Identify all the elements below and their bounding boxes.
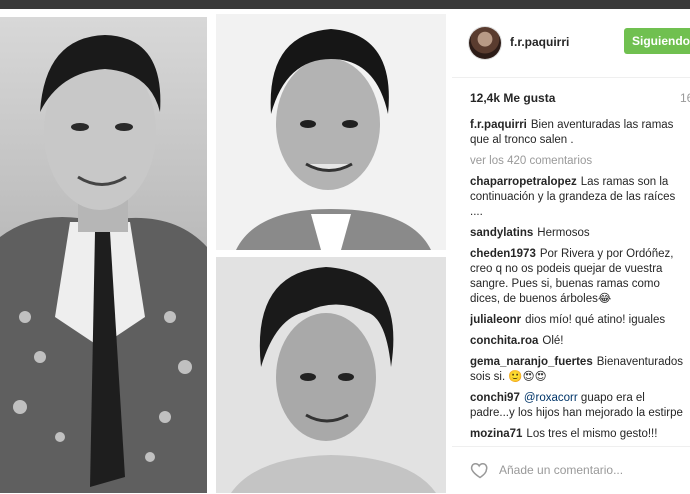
comment-username[interactable]: julialeonr <box>470 314 521 326</box>
post-header: f.r.paquirri Siguiendo <box>452 9 690 78</box>
comment-username[interactable]: conchi97 <box>470 392 520 404</box>
username-link[interactable]: f.r.paquirri <box>510 35 569 49</box>
heart-icon[interactable] <box>470 460 490 480</box>
comment-username[interactable]: conchita.roa <box>470 335 538 347</box>
comment-username[interactable]: chaparropetralopez <box>470 176 577 188</box>
comment-item: conchita.roa Olé! <box>470 334 688 349</box>
comment-item: sandylatins Hermosos <box>470 226 688 241</box>
comment-text: dios mío! qué atino! iguales <box>525 314 666 326</box>
add-comment-input[interactable]: Añade un comentario... <box>499 463 623 477</box>
comment-item: julialeonr dios mío! qué atino! iguales <box>470 313 688 328</box>
comment-username[interactable]: cheden1973 <box>470 248 536 260</box>
comment-item: cheden1973 Por Rivera y por Ordóñez, creo… <box>470 247 688 307</box>
photo-father <box>0 17 207 493</box>
caption-username[interactable]: f.r.paquirri <box>470 119 527 131</box>
comments-list: f.r.paquirri Bien aventuradas las ramas q… <box>470 118 688 445</box>
browser-top-bar <box>0 0 690 9</box>
caption: f.r.paquirri Bien aventuradas las ramas q… <box>470 118 688 148</box>
photo-son-1 <box>216 14 446 250</box>
comment-username[interactable]: mozina71 <box>470 428 522 440</box>
comment-username[interactable]: sandylatins <box>470 227 533 239</box>
comment-text: Hermosos <box>537 227 590 239</box>
avatar[interactable] <box>469 27 501 59</box>
comment-item: conchi97 @roxacorr guapo era el padre...y… <box>470 391 688 421</box>
post-footer: Añade un comentario... <box>452 446 690 494</box>
post-time[interactable]: 16 <box>680 91 690 105</box>
view-all-comments-link[interactable]: ver los 420 comentarios <box>470 154 688 169</box>
comment-text: Olé! <box>542 335 564 347</box>
post-photo-collage[interactable] <box>0 9 450 493</box>
likes-count[interactable]: 12,4k Me gusta <box>470 91 555 105</box>
comment-item: gema_naranjo_fuertes Bienaventurados sois… <box>470 355 688 385</box>
following-button[interactable]: Siguiendo <box>624 28 690 54</box>
comment-item: mozina71 Los tres el mismo gesto!!! <box>470 427 688 442</box>
comment-text: Los tres el mismo gesto!!! <box>526 428 658 440</box>
photo-son-2 <box>216 257 446 493</box>
comment-username[interactable]: gema_naranjo_fuertes <box>470 356 593 368</box>
comment-mention[interactable]: @roxacorr <box>524 392 578 404</box>
post-sidebar: f.r.paquirri Siguiendo 12,4k Me gusta 16… <box>452 9 690 493</box>
comment-item: chaparropetralopez Las ramas son la conti… <box>470 175 688 220</box>
